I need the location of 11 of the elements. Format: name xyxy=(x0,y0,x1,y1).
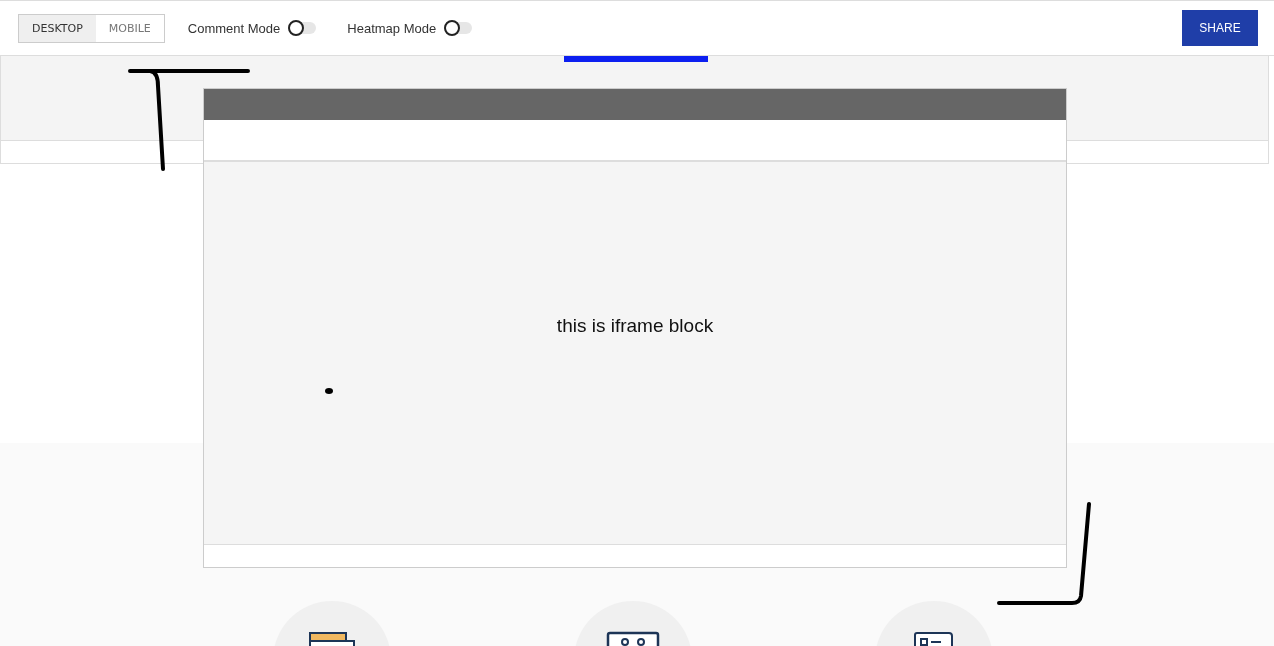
books-icon xyxy=(308,631,356,646)
toggle-label: Comment Mode xyxy=(187,20,281,36)
toggle-switch[interactable] xyxy=(444,22,473,34)
toggle-label: Heatmap Mode xyxy=(347,20,437,36)
toggle-switch[interactable] xyxy=(288,22,317,34)
iframe-text: this is iframe block xyxy=(556,315,714,337)
scroll-icon xyxy=(913,631,955,646)
share-button[interactable]: SHARE xyxy=(1182,10,1258,46)
cassette-icon xyxy=(606,631,660,646)
view-tab[interactable]: DESKTOP xyxy=(19,14,96,42)
ink-dot xyxy=(325,388,333,394)
